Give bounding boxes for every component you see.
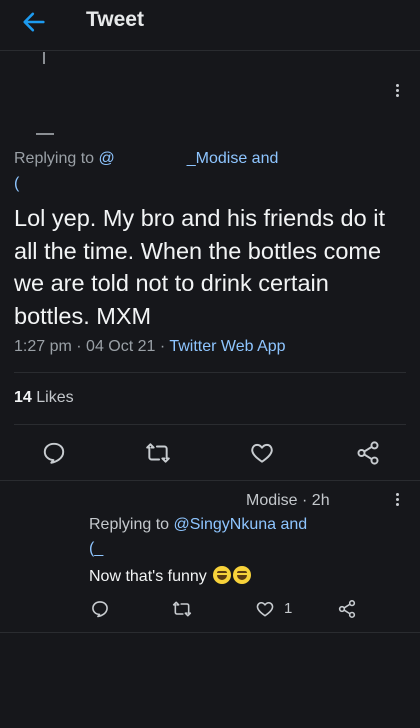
reply-replying-line2[interactable]: (_ (89, 540, 103, 558)
tweet-date: 04 Oct 21 (86, 338, 156, 355)
laughing-emoji-icon (233, 566, 252, 584)
reply-more-options-button[interactable] (394, 493, 400, 508)
tweet-text: Lol yep. My bro and his friends do it al… (14, 205, 385, 329)
replying-handle-line2[interactable]: ( (14, 175, 19, 193)
comment-icon (92, 601, 108, 618)
likes-count: 14 (14, 389, 32, 406)
likes-label: Likes (36, 389, 74, 406)
reply-replying-label: Replying to (89, 516, 170, 533)
replying-to: Replying to @ _Modise and (14, 150, 278, 168)
back-button[interactable] (20, 8, 48, 36)
comment-icon (43, 442, 65, 464)
like-button[interactable] (249, 440, 275, 466)
share-icon (357, 441, 379, 465)
arrow-left-icon (23, 12, 45, 32)
likes-link[interactable]: 14 Likes (14, 389, 74, 407)
reply-replying-to: Replying to @SingyNkuna and (89, 516, 307, 534)
divider (0, 50, 420, 51)
retweet-icon (146, 443, 170, 463)
share-icon (338, 600, 356, 618)
reply-replying-handle[interactable]: @SingyNkuna and (174, 516, 308, 533)
divider (0, 480, 420, 481)
reply-author[interactable]: Modise · 2h (246, 492, 330, 510)
reply-reply-button[interactable] (90, 599, 110, 619)
reply-share-button[interactable] (337, 599, 357, 619)
replying-handle[interactable]: @ (99, 150, 115, 167)
heart-icon (256, 601, 274, 617)
laughing-emoji-icon (213, 566, 232, 584)
page-title: Tweet (86, 8, 144, 31)
tweet-source[interactable]: Twitter Web App (169, 338, 285, 355)
reply-text: Now that's funny (89, 566, 252, 586)
divider (14, 372, 406, 373)
reply-like-count: 1 (284, 600, 293, 617)
reply-like-button[interactable] (255, 599, 275, 619)
tweet-time: 1:27 pm (14, 338, 72, 355)
reply-text-content: Now that's funny (89, 568, 207, 585)
reply-retweet-button[interactable] (172, 599, 192, 619)
avatar-placeholder (36, 133, 54, 135)
top-bar: Tweet (0, 0, 420, 44)
heart-icon (251, 443, 273, 463)
share-button[interactable] (355, 440, 381, 466)
reply-button[interactable] (41, 440, 67, 466)
thread-line (43, 52, 45, 64)
retweet-button[interactable] (145, 440, 171, 466)
tweet-meta: 1:27 pm · 04 Oct 21 · Twitter Web App (14, 338, 286, 355)
more-options-button[interactable] (394, 84, 400, 99)
replying-label: Replying to (14, 150, 95, 167)
divider (0, 632, 420, 633)
retweet-icon (172, 601, 192, 617)
divider (14, 424, 406, 425)
replying-handle-rest[interactable]: _Modise and (187, 150, 279, 167)
